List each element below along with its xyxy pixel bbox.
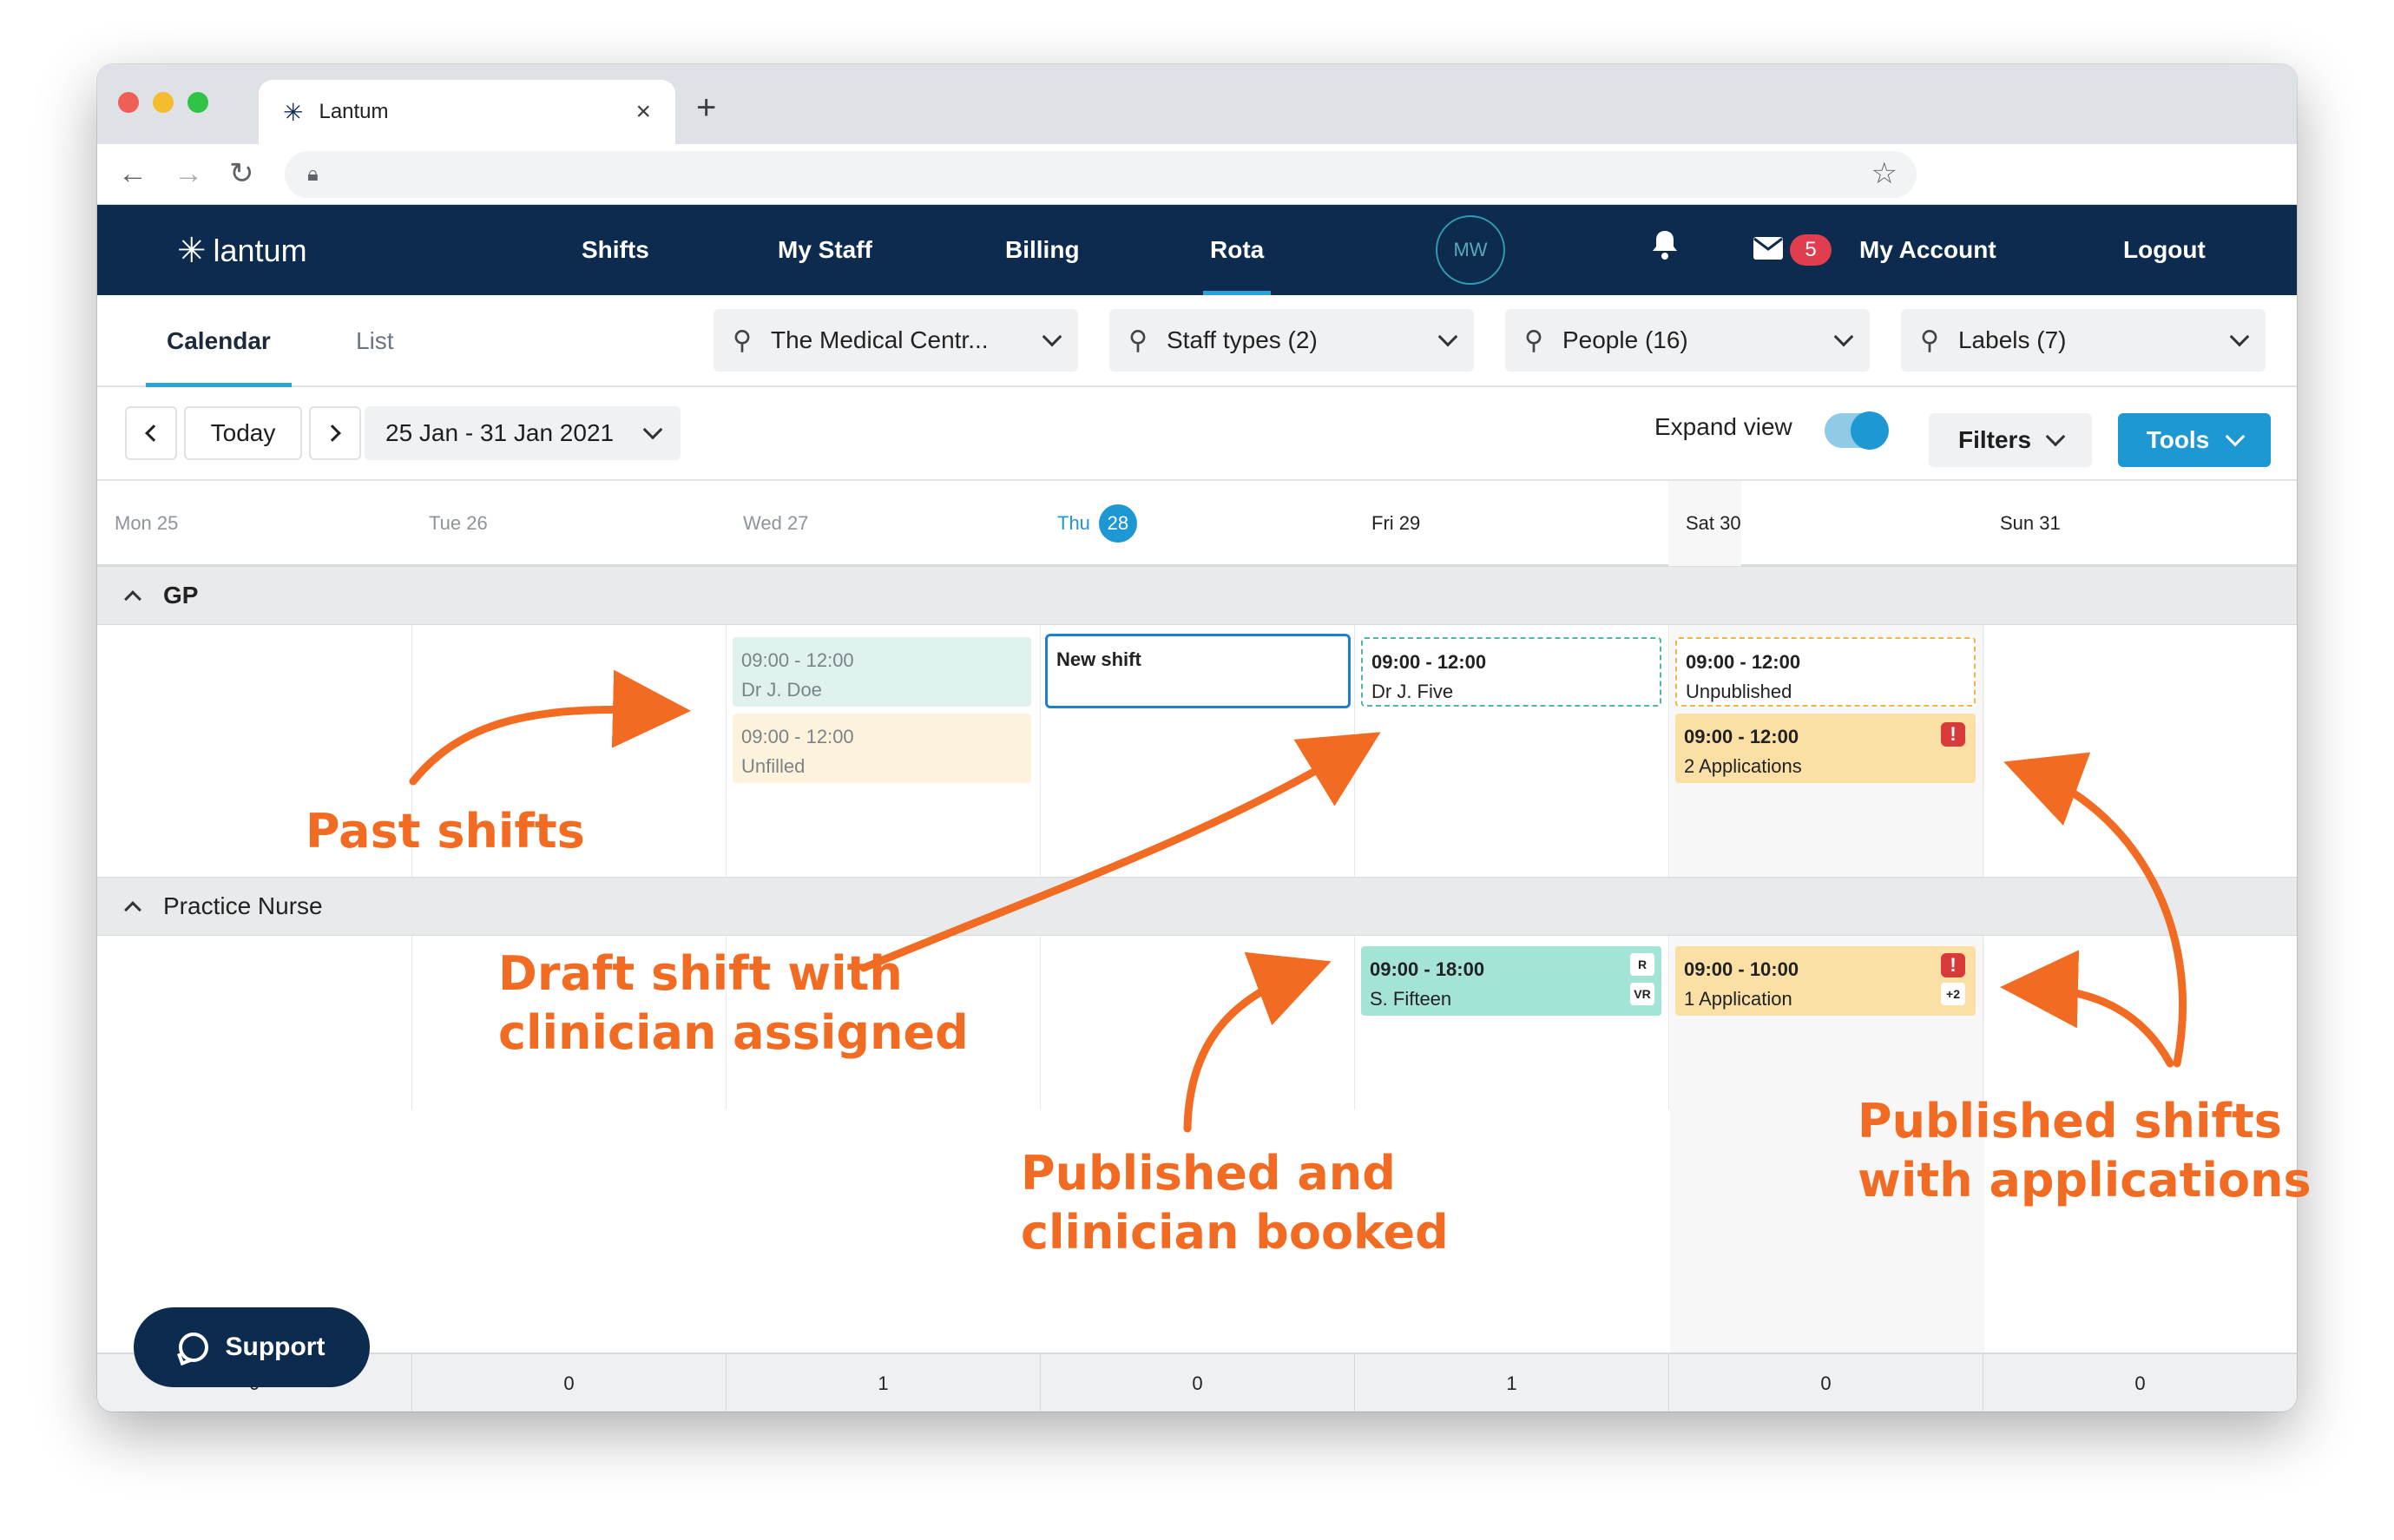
arrow-applications-gp <box>2003 752 2187 1068</box>
annotation-arrows <box>409 669 2187 1133</box>
annotation-booked-line1: Published and <box>1021 1146 1396 1201</box>
annotation-apps-line1: Published shifts <box>1858 1094 2282 1148</box>
annotation-past-shifts: Past shifts <box>306 804 585 859</box>
annotation-booked-line2: clinician booked <box>1021 1205 1449 1260</box>
arrow-past-shifts <box>409 669 691 786</box>
annotation-apps-line2: with applications <box>1858 1153 2312 1208</box>
annotation-draft-line2: clinician assigned <box>498 1005 969 1060</box>
arrow-booked-shift <box>1183 951 1332 1133</box>
arrow-draft-shift <box>859 732 1381 972</box>
arrow-applications-nurse <box>2000 950 2174 1068</box>
annotation-draft-line1: Draft shift with <box>498 946 903 1001</box>
